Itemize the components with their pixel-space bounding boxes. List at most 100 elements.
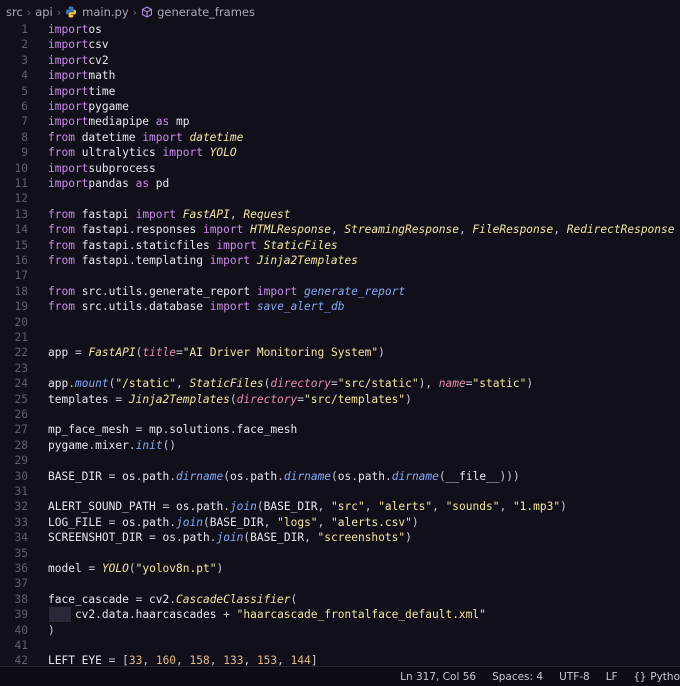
code-line[interactable]: 19 from src.utils.database import save_al…	[0, 299, 680, 314]
line-number: 35	[14, 546, 28, 560]
code-line[interactable]: 32 ALERT_SOUND_PATH = os.path.join(BASE_D…	[0, 499, 680, 514]
line-number: 2	[21, 38, 28, 52]
code-line[interactable]: 40)	[0, 623, 680, 638]
line-number: 10	[14, 161, 28, 175]
code-line[interactable]: 12	[0, 191, 680, 206]
breadcrumb-item-symbol[interactable]: generate_frames	[157, 5, 255, 19]
code-line[interactable]: 30 BASE_DIR = os.path.dirname(os.path.dir…	[0, 469, 680, 484]
code-text: app = FastAPI(title="AI Driver Monitorin…	[48, 346, 385, 360]
code-text: LEFT_EYE = [33, 160, 158, 133, 153, 144]	[48, 654, 318, 666]
line-number: 36	[14, 562, 28, 575]
breadcrumb-item-file[interactable]: main.py	[82, 5, 129, 19]
code-line[interactable]: 1 importos	[0, 22, 680, 37]
code-line[interactable]: 15 from fastapi.staticfiles import Static…	[0, 238, 680, 253]
code-line[interactable]: 14 from fastapi.responses import HTMLResp…	[0, 222, 680, 237]
indentation-setting[interactable]: Spaces: 4	[492, 671, 543, 683]
code-line[interactable]: 11 importpandas as pd	[0, 176, 680, 191]
line-number: 39	[14, 608, 28, 622]
code-line[interactable]: 33 LOG_FILE = os.path.join(BASE_DIR, "log…	[0, 515, 680, 530]
code-text: importpygame	[48, 100, 129, 113]
code-text: importos	[48, 23, 102, 36]
chevron-right-icon: ›	[26, 5, 32, 19]
code-line[interactable]: 26	[0, 407, 680, 422]
code-line[interactable]: 17	[0, 268, 680, 283]
code-editor[interactable]: 1 importos 2 importcsv 3 importcv2 4 importmath…	[0, 20, 680, 666]
code-line[interactable]: 21	[0, 330, 680, 345]
code-text: ALERT_SOUND_PATH = os.path.join(BASE_DIR…	[48, 500, 567, 514]
line-number: 24	[14, 377, 28, 391]
code-text: importsubprocess	[48, 161, 156, 175]
line-number: 6	[21, 100, 28, 113]
line-ending-setting[interactable]: LF	[606, 671, 618, 683]
code-line[interactable]: 10 importsubprocess	[0, 161, 680, 176]
line-number: 9	[21, 146, 28, 160]
line-number: 4	[21, 69, 28, 83]
line-number: 28	[14, 438, 28, 452]
python-file-icon	[66, 6, 77, 18]
code-line[interactable]: 41	[0, 638, 680, 653]
code-line[interactable]: 36 model = YOLO("yolov8n.pt")	[0, 561, 680, 576]
code-line[interactable]: 3 importcv2	[0, 53, 680, 68]
line-number: 18	[14, 284, 28, 298]
line-number: 16	[14, 254, 28, 267]
language-label: Pytho	[650, 670, 680, 683]
code-line[interactable]: 5 importtime	[0, 84, 680, 99]
code-text: importtime	[48, 84, 116, 98]
code-line[interactable]: 20	[0, 315, 680, 330]
code-text: importmath	[48, 69, 116, 83]
line-number: 37	[14, 577, 28, 591]
code-text: from src.utils.generate_report import ge…	[48, 284, 406, 298]
code-line[interactable]: 18 from src.utils.generate_report import …	[0, 284, 680, 299]
code-line[interactable]: 25 templates = Jinja2Templates(directory=…	[0, 392, 680, 407]
encoding-setting[interactable]: UTF-8	[559, 671, 590, 683]
code-text: pygame.mixer.init()	[48, 438, 177, 452]
code-line[interactable]: 38 face_cascade = cv2.CascadeClassifier(	[0, 592, 680, 607]
line-number: 1	[21, 23, 28, 36]
code-line[interactable]: 16 from fastapi.templating import Jinja2T…	[0, 253, 680, 268]
code-line[interactable]: 27 mp_face_mesh = mp.solutions.face_mesh	[0, 422, 680, 437]
code-line[interactable]: 7 importmediapipe as mp	[0, 114, 680, 129]
code-line[interactable]: 6 importpygame	[0, 99, 680, 114]
line-number: 31	[14, 485, 28, 498]
code-line[interactable]: 24 app.mount("/static", StaticFiles(direc…	[0, 376, 680, 391]
code-text: from fastapi.responses import HTMLRespon…	[48, 223, 675, 237]
line-number: 3	[21, 53, 28, 67]
code-line[interactable]: 39 cv2.data.haarcascades + "haarcascade_…	[0, 607, 680, 623]
code-line[interactable]: 13 from fastapi import FastAPI, Request	[0, 207, 680, 222]
code-line[interactable]: 9 from ultralytics import YOLO	[0, 145, 680, 160]
code-line[interactable]: 28 pygame.mixer.init()	[0, 438, 680, 453]
breadcrumb-item-api[interactable]: api	[35, 5, 53, 19]
code-line[interactable]: 35	[0, 546, 680, 561]
language-mode[interactable]: {} Pytho	[634, 671, 680, 683]
code-line[interactable]: 37	[0, 576, 680, 591]
line-number: 30	[14, 469, 28, 483]
code-line[interactable]: 2 importcsv	[0, 37, 680, 52]
code-line[interactable]: 22 app = FastAPI(title="AI Driver Monitor…	[0, 345, 680, 360]
code-line[interactable]: 4 importmath	[0, 68, 680, 83]
line-number: 13	[14, 207, 28, 221]
chevron-right-icon: ›	[56, 5, 62, 19]
status-bar: Ln 317, Col 56 Spaces: 4 UTF-8 LF {} Pyth…	[0, 666, 680, 686]
line-number: 26	[14, 408, 28, 421]
cursor-position[interactable]: Ln 317, Col 56	[400, 671, 476, 683]
code-line[interactable]: 31	[0, 484, 680, 499]
line-number: 7	[21, 115, 28, 129]
code-line[interactable]: 29	[0, 453, 680, 468]
code-text: BASE_DIR = os.path.dirname(os.path.dirna…	[48, 469, 520, 483]
line-number: 20	[14, 315, 28, 329]
code-text: from datetime import datetime	[48, 130, 244, 144]
line-number: 27	[14, 423, 28, 437]
code-text: cv2.data.haarcascades + "haarcascade_fro…	[48, 608, 486, 622]
code-line[interactable]: 42 LEFT_EYE = [33, 160, 158, 133, 153, 14…	[0, 653, 680, 666]
code-text: mp_face_mesh = mp.solutions.face_mesh	[48, 423, 298, 437]
line-number: 42	[14, 654, 28, 666]
line-number: 19	[14, 300, 28, 314]
code-line[interactable]: 34 SCREENSHOT_DIR = os.path.join(BASE_DIR…	[0, 530, 680, 545]
code-line[interactable]: 23	[0, 361, 680, 376]
code-line[interactable]: 8 from datetime import datetime	[0, 130, 680, 145]
breadcrumb-item-src[interactable]: src	[6, 5, 23, 19]
line-number: 22	[14, 346, 28, 360]
line-number: 14	[14, 223, 28, 237]
line-number: 23	[14, 361, 28, 375]
line-number: 15	[14, 238, 28, 252]
